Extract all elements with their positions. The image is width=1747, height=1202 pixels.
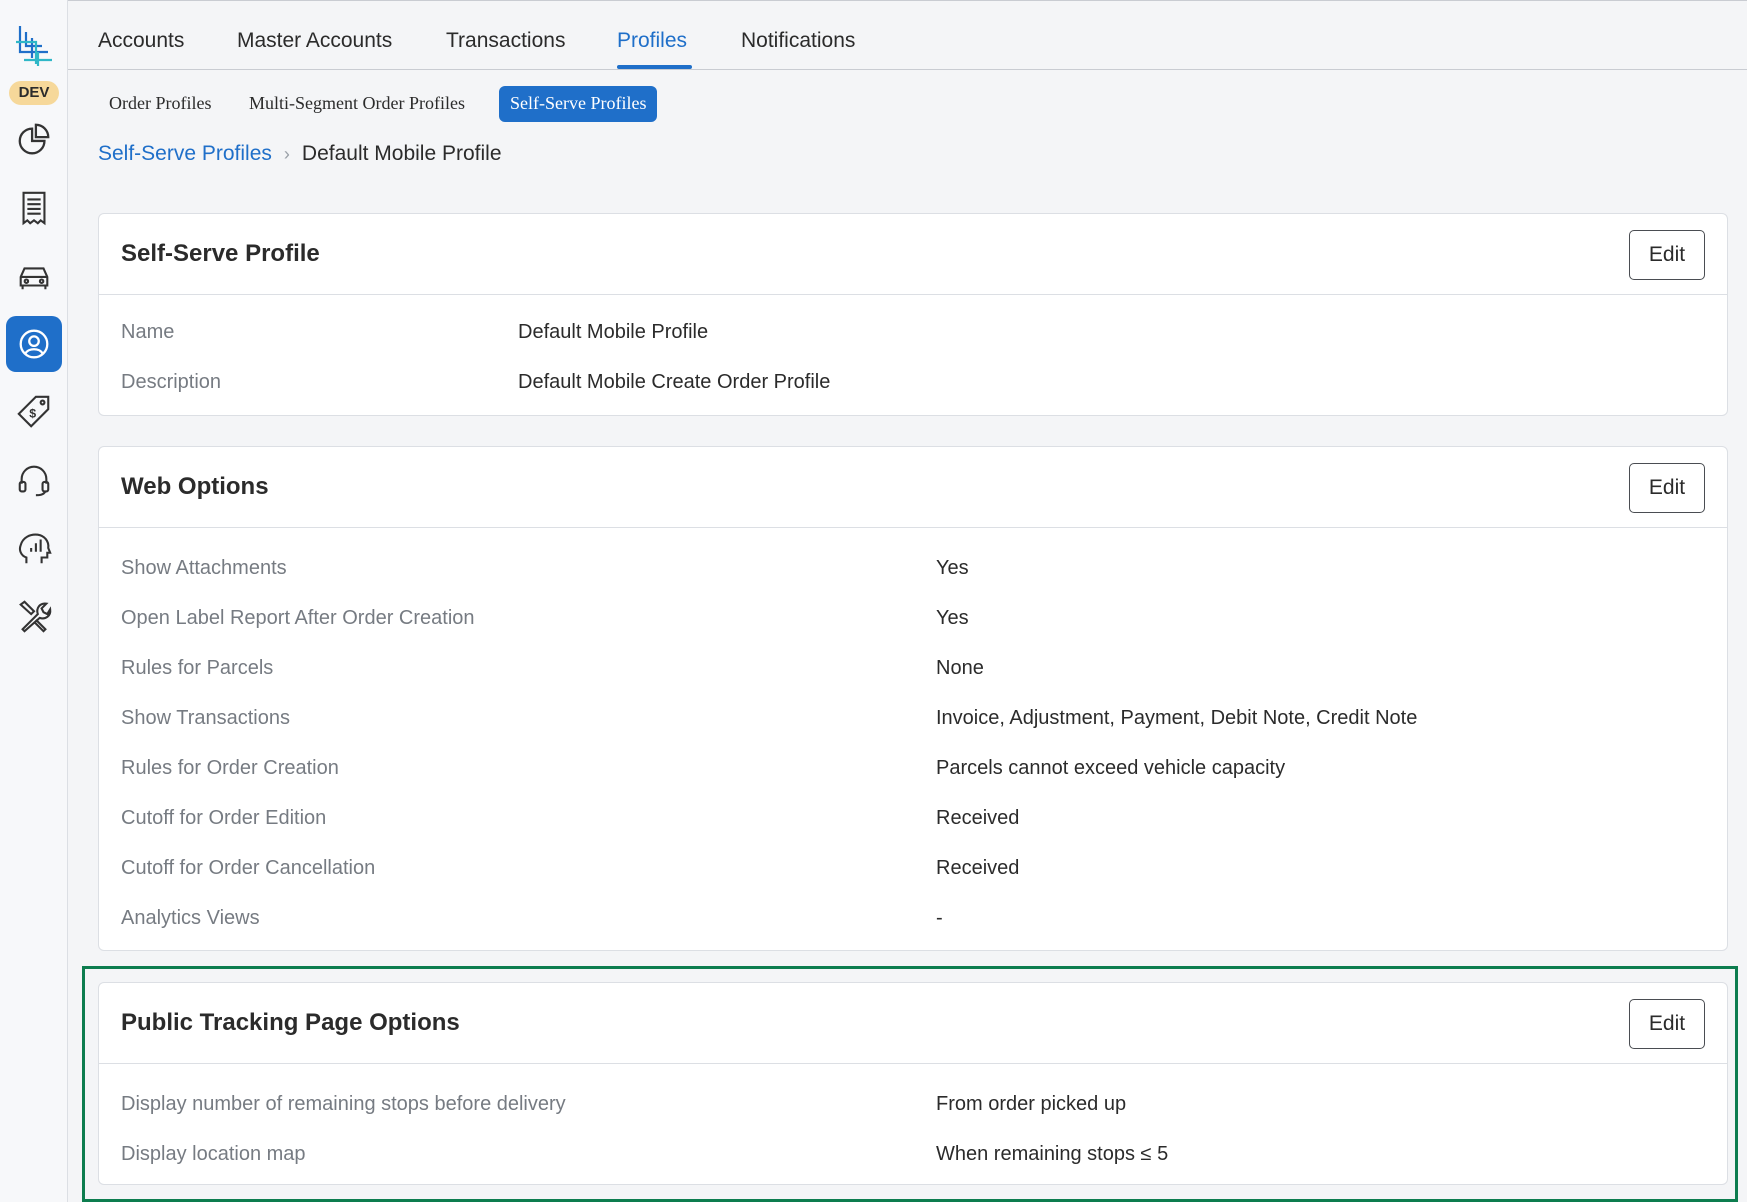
detail-row: Open Label Report After Order Creation Y…	[99, 595, 1727, 645]
price-tag-icon: $	[17, 395, 50, 428]
public-tracking-page-options-card: Public Tracking Page Options Edit Displa…	[98, 982, 1728, 1185]
edit-public-tracking-options-button[interactable]: Edit	[1629, 999, 1705, 1049]
subtab-self-serve-profiles[interactable]: Self-Serve Profiles	[499, 86, 658, 122]
detail-value: None	[936, 657, 984, 679]
detail-label: Cutoff for Order Edition	[121, 807, 327, 829]
detail-label: Description	[121, 371, 222, 393]
detail-value: Default Mobile Create Order Profile	[518, 371, 831, 393]
detail-value: Parcels cannot exceed vehicle capacity	[936, 757, 1286, 779]
card-header: Self-Serve Profile Edit	[99, 214, 1727, 295]
web-options-card: Web Options Edit Show Attachments Yes Op…	[98, 446, 1728, 951]
detail-value: Yes	[936, 607, 969, 629]
detail-row: Rules for Order Creation Parcels cannot …	[99, 745, 1727, 795]
detail-label: Open Label Report After Order Creation	[121, 607, 475, 629]
detail-label: Cutoff for Order Cancellation	[121, 857, 376, 879]
active-tab-indicator	[617, 65, 692, 69]
svg-text:$: $	[29, 407, 36, 421]
card-title: Public Tracking Page Options	[121, 1009, 460, 1036]
top-navigation: Accounts Master Accounts Transactions Pr…	[68, 0, 1747, 70]
detail-value: -	[936, 907, 943, 929]
self-serve-profile-card: Self-Serve Profile Edit Name Default Mob…	[98, 213, 1728, 416]
detail-label: Analytics Views	[121, 907, 260, 929]
analytics-head-icon	[18, 533, 52, 564]
receipt-icon	[22, 191, 46, 226]
tab-master-accounts[interactable]: Master Accounts	[237, 29, 392, 53]
detail-value: Received	[936, 807, 1020, 829]
reports-pie-icon	[18, 123, 50, 155]
detail-value: When remaining stops ≤ 5	[936, 1143, 1169, 1165]
breadcrumb-current: Default Mobile Profile	[301, 142, 502, 165]
tab-accounts[interactable]: Accounts	[98, 29, 184, 53]
detail-label: Name	[121, 321, 175, 343]
sidebar-item-pricing[interactable]: $	[6, 384, 62, 440]
detail-row: Rules for Parcels None	[99, 645, 1727, 695]
detail-label: Display location map	[121, 1143, 306, 1165]
sidebar-item-reports[interactable]	[6, 112, 62, 168]
subtab-order-profiles[interactable]: Order Profiles	[98, 86, 222, 122]
detail-value: Invoice, Adjustment, Payment, Debit Note…	[936, 707, 1418, 729]
tab-profiles[interactable]: Profiles	[617, 29, 687, 53]
detail-row: Show Transactions Invoice, Adjustment, P…	[99, 695, 1727, 745]
detail-row: Display number of remaining stops before…	[99, 1081, 1727, 1131]
detail-row: Name Default Mobile Profile	[99, 309, 1727, 359]
sidebar: DEV $	[0, 0, 68, 1202]
tab-transactions[interactable]: Transactions	[446, 29, 565, 53]
edit-self-serve-profile-button[interactable]: Edit	[1629, 230, 1705, 280]
detail-row: Analytics Views -	[99, 895, 1727, 945]
sidebar-item-vehicles[interactable]	[6, 248, 62, 304]
detail-value: Default Mobile Profile	[518, 321, 709, 343]
card-title: Self-Serve Profile	[121, 240, 320, 267]
sidebar-item-transactions[interactable]	[6, 180, 62, 236]
detail-value: Yes	[936, 557, 969, 579]
sidebar-item-settings[interactable]	[6, 588, 62, 644]
sidebar-item-support[interactable]	[6, 452, 62, 508]
detail-label: Rules for Order Creation	[121, 757, 339, 779]
sidebar-item-accounts[interactable]	[6, 316, 62, 372]
user-circle-icon	[19, 329, 49, 359]
tab-notifications[interactable]: Notifications	[741, 29, 855, 53]
sidebar-item-analytics[interactable]	[6, 520, 62, 576]
tools-icon	[19, 600, 52, 633]
detail-row: Cutoff for Order Edition Received	[99, 795, 1727, 845]
detail-value: Received	[936, 857, 1020, 879]
detail-row: Show Attachments Yes	[99, 545, 1727, 595]
detail-label: Show Transactions	[121, 707, 290, 729]
vehicle-icon	[19, 267, 49, 290]
chevron-right-icon: ›	[283, 143, 290, 164]
subtab-multi-segment-order-profiles[interactable]: Multi-Segment Order Profiles	[238, 86, 476, 122]
card-header: Web Options Edit	[99, 447, 1727, 528]
detail-label: Rules for Parcels	[121, 657, 274, 679]
card-header: Public Tracking Page Options Edit	[99, 983, 1727, 1064]
detail-label: Display number of remaining stops before…	[121, 1093, 566, 1115]
app-logo-icon[interactable]	[12, 22, 56, 70]
detail-row: Description Default Mobile Create Order …	[99, 359, 1727, 409]
detail-label: Show Attachments	[121, 557, 287, 579]
environment-badge: DEV	[9, 81, 59, 105]
card-title: Web Options	[121, 473, 269, 500]
detail-value: From order picked up	[936, 1093, 1127, 1115]
edit-web-options-button[interactable]: Edit	[1629, 463, 1705, 513]
breadcrumb-parent-link[interactable]: Self-Serve Profiles	[98, 142, 272, 166]
headset-icon	[18, 465, 50, 497]
detail-row: Cutoff for Order Cancellation Received	[99, 845, 1727, 895]
breadcrumb: Self-Serve Profiles › Default Mobile Pro…	[98, 142, 502, 166]
detail-row: Display location map When remaining stop…	[99, 1131, 1727, 1181]
